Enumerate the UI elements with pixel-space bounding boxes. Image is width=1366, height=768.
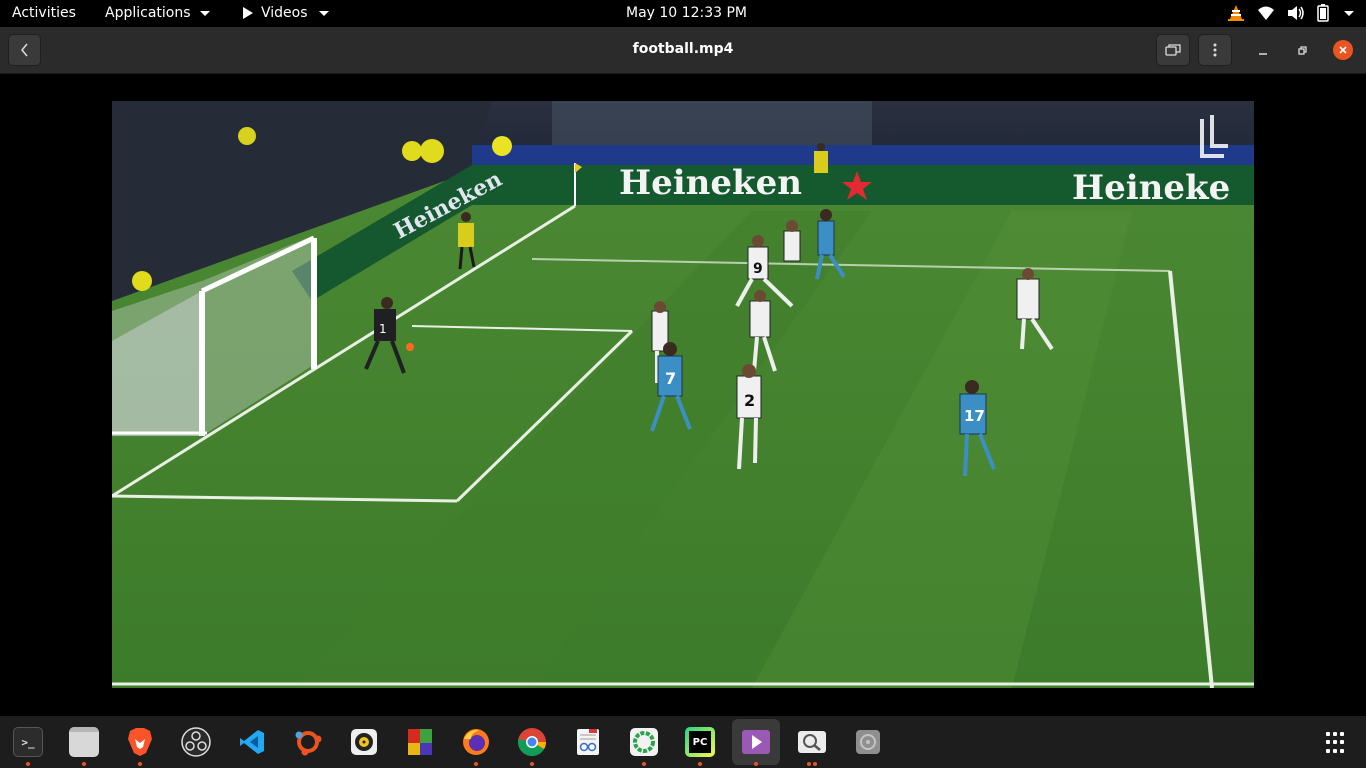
text-editor-icon — [577, 729, 599, 755]
minimize-button[interactable] — [1253, 41, 1273, 61]
close-icon — [1339, 46, 1347, 54]
dock-videos[interactable] — [732, 719, 780, 766]
dock-image-viewer[interactable] — [792, 722, 832, 766]
chrome-icon — [518, 728, 546, 756]
chevron-down-icon — [199, 10, 210, 16]
dock-files[interactable] — [64, 722, 104, 766]
app-menu-label: Videos — [261, 5, 308, 21]
terminal-icon: >_ — [13, 727, 43, 757]
more-vertical-icon — [1213, 43, 1217, 57]
green-ring-icon — [630, 728, 658, 756]
dock-brave[interactable] — [120, 722, 160, 766]
applications-label: Applications — [105, 5, 191, 21]
volume-icon — [1288, 6, 1304, 20]
ad-board-left: Heineken — [619, 163, 802, 203]
dock: >_ PC — [0, 716, 1366, 768]
dock-firefox[interactable] — [456, 722, 496, 766]
app-menu-videos[interactable]: Videos — [243, 5, 329, 21]
jersey-1: 1 — [379, 322, 387, 336]
jersey-9: 9 — [753, 261, 763, 277]
wifi-icon — [1258, 6, 1274, 20]
dock-vscode[interactable] — [232, 722, 272, 762]
system-tray[interactable] — [1227, 4, 1354, 22]
show-applications-button[interactable] — [1326, 732, 1348, 754]
jersey-17: 17 — [964, 407, 985, 425]
activities-button[interactable]: Activities — [12, 5, 76, 21]
video-area[interactable]: Heineken Heineke Heineken 9 2 7 17 1 — [0, 74, 1366, 716]
office-suite-icon — [408, 729, 432, 755]
grid-dot-icon — [1326, 732, 1330, 736]
applications-menu[interactable]: Applications — [105, 5, 210, 21]
maximize-button[interactable] — [1292, 41, 1312, 61]
firefox-icon — [463, 729, 489, 755]
chevron-down-icon — [1344, 10, 1354, 16]
dock-shutter[interactable] — [624, 722, 664, 766]
top-bar: Activities Applications Videos May 10 12… — [0, 0, 1366, 27]
ad-board-right: Heineke — [1072, 168, 1230, 208]
close-button[interactable] — [1333, 40, 1353, 60]
vscode-icon — [240, 730, 264, 754]
restore-windows-icon — [1165, 44, 1181, 56]
chevron-down-icon — [318, 10, 329, 16]
dock-rhythmbox[interactable] — [344, 722, 384, 762]
jersey-7: 7 — [665, 369, 676, 388]
pycharm-icon: PC — [685, 727, 715, 757]
fullscreen-button[interactable] — [1156, 34, 1190, 66]
dock-ubuntu-software[interactable] — [288, 722, 328, 762]
dock-disk[interactable] — [848, 722, 888, 762]
dock-office[interactable] — [400, 722, 440, 762]
header-bar: football.mp4 — [0, 27, 1366, 74]
vlc-cone-icon[interactable] — [1227, 4, 1245, 22]
brave-lion-icon — [128, 728, 152, 756]
restore-icon — [1298, 46, 1307, 55]
dock-text-editor[interactable] — [568, 722, 608, 762]
dock-chrome[interactable] — [512, 722, 552, 766]
rhythmbox-icon — [351, 729, 377, 755]
ubuntu-software-icon — [295, 731, 322, 756]
video-frame[interactable]: Heineken Heineke Heineken 9 2 7 17 1 — [112, 101, 1254, 688]
jersey-2: 2 — [744, 391, 755, 410]
disk-icon — [856, 730, 880, 754]
videos-play-icon — [742, 730, 770, 754]
football-match-video: Heineken Heineke Heineken 9 2 7 17 1 — [112, 101, 1254, 688]
dock-pycharm[interactable]: PC — [680, 722, 720, 766]
battery-icon — [1317, 4, 1329, 22]
folder-icon — [69, 727, 99, 757]
minimize-icon — [1259, 53, 1267, 55]
clock[interactable]: May 10 12:33 PM — [626, 5, 747, 21]
play-icon — [243, 7, 253, 19]
dock-terminal[interactable]: >_ — [8, 722, 48, 766]
dock-obs[interactable] — [176, 722, 216, 762]
menu-button[interactable] — [1198, 34, 1232, 66]
obs-icon — [181, 727, 211, 757]
image-viewer-icon — [798, 731, 826, 753]
